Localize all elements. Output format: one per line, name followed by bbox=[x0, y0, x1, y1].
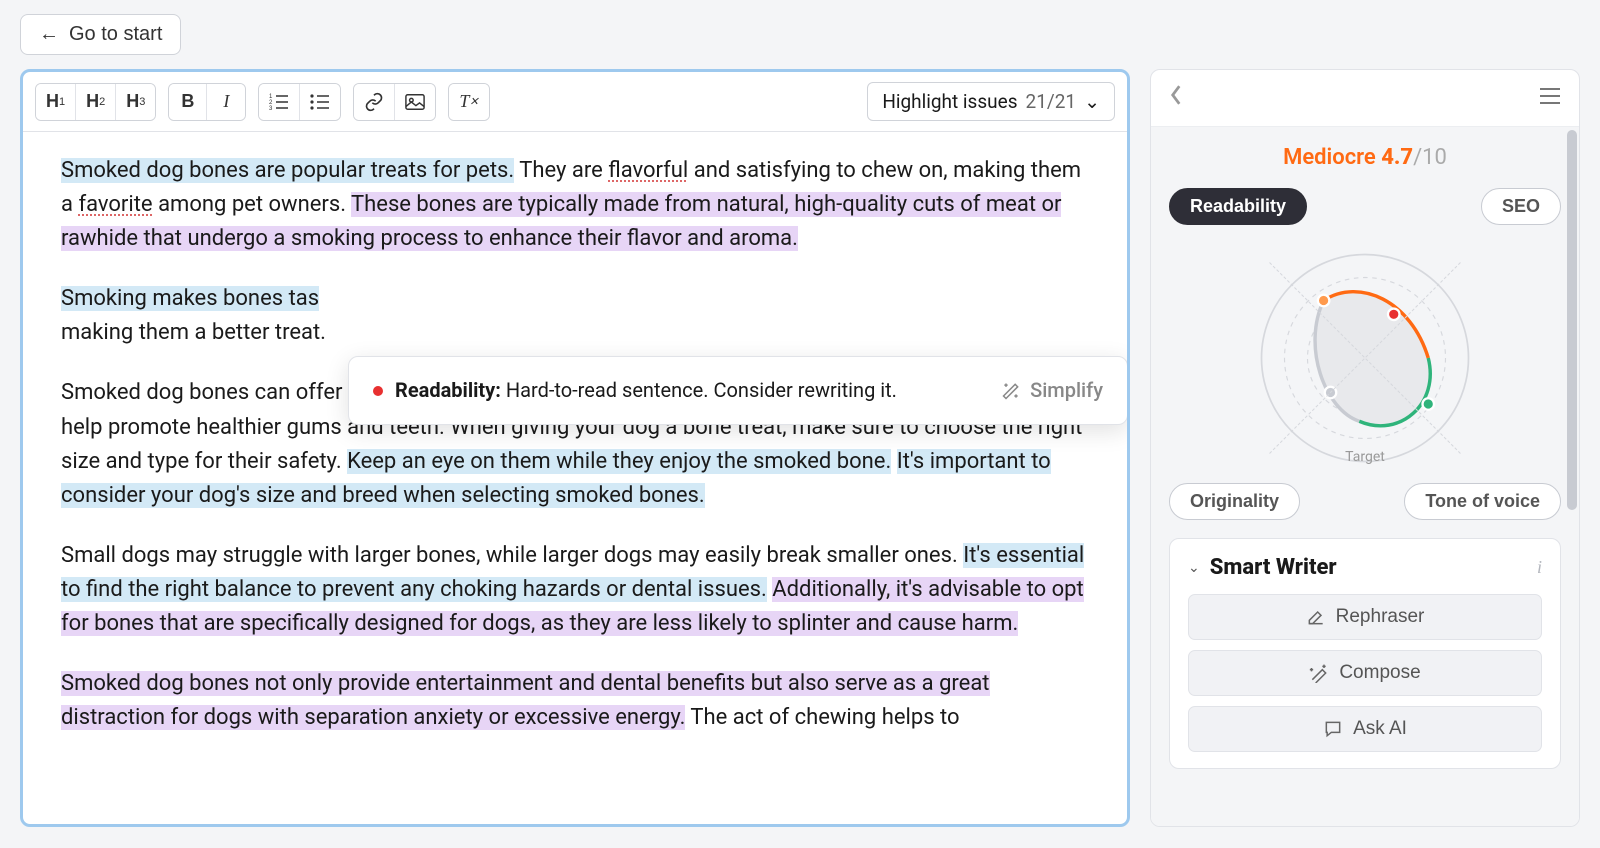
issue-tooltip: Readability: Hard-to-read sentence. Cons… bbox=[348, 356, 1127, 425]
overall-score: Mediocre 4.7/10 bbox=[1169, 145, 1561, 170]
ordered-list-button[interactable]: 123 bbox=[259, 84, 300, 120]
tab-originality[interactable]: Originality bbox=[1169, 483, 1300, 520]
radar-chart: Target bbox=[1169, 233, 1561, 483]
smart-writer-title: Smart Writer bbox=[1210, 555, 1527, 580]
editor-toolbar: H1 H2 H3 B I 123 bbox=[23, 72, 1127, 132]
highlight-issues-count: 21/21 bbox=[1026, 90, 1077, 113]
spelling-flag[interactable]: flavorful bbox=[608, 158, 688, 183]
svg-text:3: 3 bbox=[269, 106, 273, 111]
heading-3-button[interactable]: H3 bbox=[116, 84, 155, 120]
tab-readability[interactable]: Readability bbox=[1169, 188, 1307, 225]
panel-menu-button[interactable] bbox=[1539, 85, 1561, 111]
highlighted-text[interactable]: Smoking makes bones tas bbox=[61, 286, 319, 311]
ask-ai-button[interactable]: Ask AI bbox=[1188, 706, 1542, 752]
panel-scrollbar[interactable] bbox=[1567, 130, 1577, 510]
go-to-start-label: Go to start bbox=[69, 23, 162, 46]
smart-writer-card: ⌄ Smart Writer i Rephraser Compose Ask A… bbox=[1169, 538, 1561, 769]
editor-textarea[interactable]: Smoked dog bones are popular treats for … bbox=[23, 132, 1127, 783]
highlight-issues-dropdown[interactable]: Highlight issues 21/21 ⌄ bbox=[867, 82, 1115, 121]
insights-panel: Mediocre 4.7/10 Readability SEO bbox=[1150, 69, 1580, 827]
tab-tone-of-voice[interactable]: Tone of voice bbox=[1404, 483, 1561, 520]
highlighted-text[interactable]: Keep an eye on them while they enjoy the… bbox=[347, 449, 891, 474]
radar-target-label: Target bbox=[1345, 449, 1385, 465]
heading-1-button[interactable]: H1 bbox=[36, 84, 76, 120]
go-to-start-button[interactable]: ← Go to start bbox=[20, 14, 181, 55]
severity-dot-icon bbox=[373, 386, 383, 396]
panel-back-button[interactable] bbox=[1169, 84, 1183, 112]
chevron-down-icon: ⌄ bbox=[1084, 90, 1100, 113]
heading-2-button[interactable]: H2 bbox=[76, 84, 116, 120]
tab-seo[interactable]: SEO bbox=[1481, 188, 1561, 225]
simplify-button[interactable]: Simplify bbox=[1000, 375, 1103, 406]
editor-panel: H1 H2 H3 B I 123 bbox=[20, 69, 1130, 827]
image-button[interactable] bbox=[395, 84, 435, 120]
rephraser-button[interactable]: Rephraser bbox=[1188, 594, 1542, 640]
chat-icon bbox=[1323, 719, 1343, 739]
italic-button[interactable]: I bbox=[207, 84, 245, 120]
bold-button[interactable]: B bbox=[169, 84, 207, 120]
highlighted-text[interactable]: Smoked dog bones are popular treats for … bbox=[61, 158, 514, 183]
arrow-left-icon: ← bbox=[39, 23, 59, 46]
collapse-icon[interactable]: ⌄ bbox=[1188, 560, 1200, 576]
highlight-issues-label: Highlight issues bbox=[882, 90, 1017, 113]
clear-formatting-button[interactable]: T✕ bbox=[449, 84, 488, 120]
compose-button[interactable]: Compose bbox=[1188, 650, 1542, 696]
tooltip-text: Readability: Hard-to-read sentence. Cons… bbox=[395, 375, 897, 406]
compose-icon bbox=[1309, 663, 1329, 683]
edit-icon bbox=[1306, 607, 1326, 627]
info-icon[interactable]: i bbox=[1537, 557, 1542, 578]
unordered-list-button[interactable] bbox=[300, 84, 340, 120]
link-button[interactable] bbox=[354, 84, 395, 120]
wand-icon bbox=[1000, 381, 1022, 401]
spelling-flag[interactable]: favorite bbox=[78, 192, 152, 217]
